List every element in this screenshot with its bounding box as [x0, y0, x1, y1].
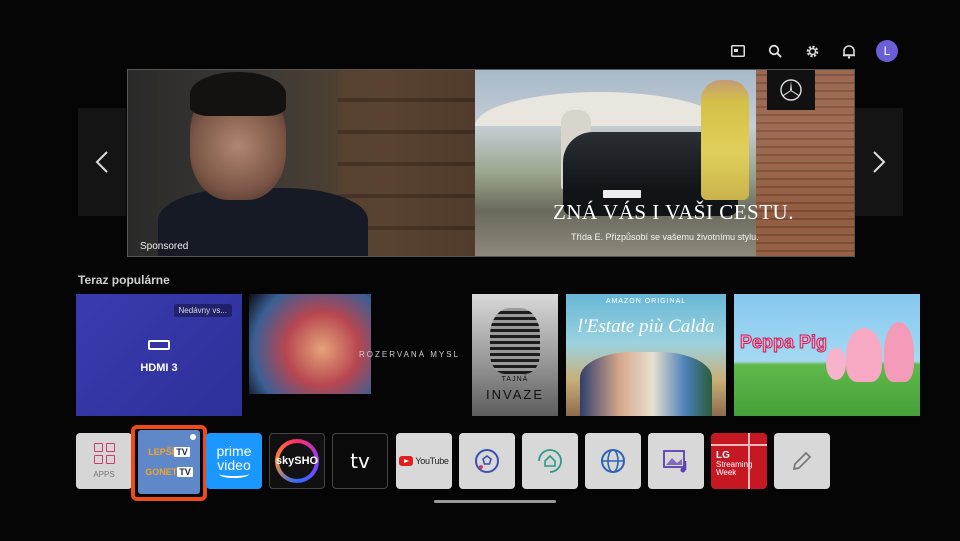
- hero-sponsored-video: Sponsored: [128, 70, 475, 256]
- tile-title: l'Estate più Calda: [577, 316, 715, 337]
- chevron-left-icon: [95, 151, 108, 173]
- sponsored-label: Sponsored: [140, 241, 189, 252]
- hero-prev-button[interactable]: [78, 108, 126, 216]
- app-label-line3: Week: [716, 468, 737, 477]
- app-apps[interactable]: APPS: [76, 433, 132, 489]
- app-label: tv: [350, 449, 370, 473]
- app-prime-video[interactable]: prime video: [206, 433, 262, 489]
- app-label: skySHO: [276, 443, 318, 479]
- tile-lestate-piu-calda[interactable]: AMAZON ORIGINAL l'Estate più Calda: [566, 294, 726, 416]
- section-title-popular: Teraz populárne: [78, 273, 170, 287]
- home-dashboard-icon: [538, 449, 562, 473]
- apps-grid-icon: [93, 443, 115, 464]
- app-web-browser[interactable]: [585, 433, 641, 489]
- tile-peppa-pig[interactable]: Peppa Pig: [734, 294, 920, 416]
- hero-headline: ZNÁ VÁS I VAŠI CESTU.: [553, 200, 794, 224]
- recent-badge: Nedávny vs...: [173, 304, 232, 317]
- soccer-ball-icon: [475, 449, 499, 473]
- skyshowtime-logo-icon: skySHO: [275, 439, 319, 483]
- tile-rozervana-mysl[interactable]: ROZERVANÁ MYSL: [249, 294, 464, 416]
- notifications-bell-icon[interactable]: [839, 41, 859, 61]
- gift-ribbon: [711, 444, 767, 446]
- tile-label: ROZERVANÁ MYSL: [359, 350, 461, 359]
- top-bar: L: [728, 40, 898, 62]
- gallery-music-icon: [663, 450, 687, 473]
- app-apple-tv[interactable]: tv: [332, 433, 388, 489]
- amazon-smile-icon: [219, 470, 249, 478]
- app-logo-word1: prime: [216, 442, 252, 459]
- app-logo-line2: GONET TV: [145, 467, 193, 477]
- tile-supertitle: AMAZON ORIGINAL: [605, 298, 687, 305]
- tile-title-line1: TAJNÁ: [501, 376, 529, 383]
- app-gallery[interactable]: [648, 433, 704, 489]
- pencil-icon: [792, 451, 812, 471]
- app-label: YouTube: [415, 456, 449, 466]
- license-plate: [603, 190, 641, 198]
- app-label: APPS: [93, 470, 115, 479]
- gift-ribbon-vertical: [748, 433, 750, 489]
- search-icon[interactable]: [765, 41, 785, 61]
- youtube-play-icon: [399, 456, 414, 466]
- poster-art: [249, 294, 371, 394]
- app-skyshowtime[interactable]: skySHO: [269, 433, 325, 489]
- app-logo-line1: LEPŠÍ TV: [148, 447, 190, 457]
- poster-art: [580, 352, 712, 416]
- tile-title: Peppa Pig: [739, 332, 828, 353]
- poster-art: [490, 308, 540, 374]
- profile-avatar[interactable]: L: [876, 40, 898, 62]
- tile-label: HDMI 3: [140, 362, 178, 374]
- chevron-right-icon: [873, 151, 886, 173]
- app-lepsi-gonet-tv[interactable]: LEPŠÍ TV GONET TV: [138, 430, 200, 494]
- hero-next-button[interactable]: [855, 108, 903, 216]
- app-youtube[interactable]: YouTube: [396, 433, 452, 489]
- hdmi-port-icon: [148, 340, 170, 350]
- tile-hdmi3[interactable]: Nedávny vs... HDMI 3: [76, 294, 242, 416]
- mercedes-star-icon: [767, 70, 815, 110]
- hero-subline: Třída E. Přizpůsobí se vašemu životnímu …: [571, 232, 759, 242]
- input-source-icon[interactable]: [728, 41, 748, 61]
- globe-icon: [601, 449, 625, 473]
- hero-banner[interactable]: Sponsored ZNÁ VÁS I VAŠI CESTU. Třída E.…: [127, 69, 855, 257]
- app-home-dashboard[interactable]: [522, 433, 578, 489]
- hero-ad-image: ZNÁ VÁS I VAŠI CESTU. Třída E. Přizpůsob…: [475, 70, 854, 256]
- apps-scrollbar[interactable]: [434, 500, 556, 503]
- app-sports[interactable]: [459, 433, 515, 489]
- tile-tajna-invaze[interactable]: TAJNÁ INVAZE: [472, 294, 558, 416]
- tile-title-line2: INVAZE: [486, 387, 544, 402]
- settings-gear-icon[interactable]: [802, 41, 822, 61]
- app-edit-list[interactable]: [774, 433, 830, 489]
- app-lg-streaming-week[interactable]: LG Streaming Week: [711, 433, 767, 489]
- new-indicator-dot: [190, 434, 196, 440]
